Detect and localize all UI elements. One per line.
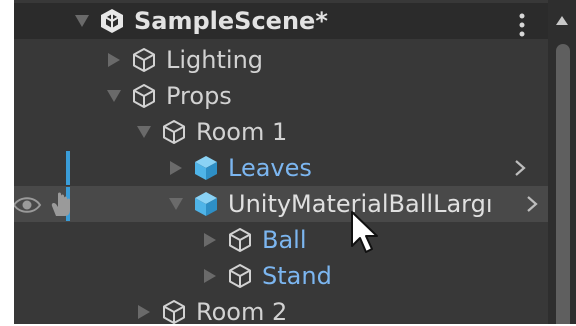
scene-header-row[interactable]: SampleScene* <box>14 3 562 39</box>
hierarchy-item-label: Ball <box>262 226 307 254</box>
collapsed-arrow-icon[interactable] <box>200 230 220 250</box>
hierarchy-item-room-2[interactable]: Room 2 <box>14 294 542 324</box>
expanded-arrow-icon[interactable] <box>104 86 124 106</box>
hand-icon[interactable] <box>48 190 76 218</box>
hierarchy-item-label: Room 2 <box>196 298 288 324</box>
left-gutter <box>0 0 14 326</box>
hierarchy-panel: SampleScene* Lighting Props Room 1 Leave… <box>14 0 576 324</box>
expanded-arrow-icon[interactable] <box>166 194 186 214</box>
prefab-cube-icon <box>192 154 220 182</box>
hierarchy-item-label: Props <box>166 82 232 110</box>
expand-arrow-icon[interactable] <box>72 11 92 31</box>
scrollbar-thumb[interactable] <box>556 44 570 324</box>
collapsed-arrow-icon[interactable] <box>134 302 154 322</box>
chevron-right-icon[interactable] <box>510 158 530 178</box>
hierarchy-item-stand[interactable]: Stand <box>14 258 542 294</box>
gameobject-cube-icon <box>130 46 158 74</box>
gameobject-cube-icon <box>226 226 254 254</box>
kebab-menu-icon[interactable] <box>518 13 526 37</box>
gameobject-cube-icon <box>226 262 254 290</box>
gameobject-cube-icon <box>160 118 188 146</box>
expanded-arrow-icon[interactable] <box>134 122 154 142</box>
collapsed-arrow-icon[interactable] <box>200 266 220 286</box>
gameobject-cube-icon <box>160 298 188 324</box>
mouse-cursor-icon <box>351 211 378 253</box>
vertical-scrollbar[interactable] <box>548 0 576 324</box>
hierarchy-item-label: Room 1 <box>196 118 288 146</box>
hierarchy-item-props[interactable]: Props <box>14 78 542 114</box>
scene-name: SampleScene* <box>134 7 328 35</box>
scroll-up-arrow-icon[interactable] <box>555 14 569 28</box>
collapsed-arrow-icon[interactable] <box>166 158 186 178</box>
hierarchy-item-room-1[interactable]: Room 1 <box>14 114 542 150</box>
gameobject-cube-icon <box>130 82 158 110</box>
hierarchy-item-label: Stand <box>262 262 332 290</box>
prefab-cube-icon <box>192 190 220 218</box>
unity-scene-icon <box>98 7 126 35</box>
collapsed-arrow-icon[interactable] <box>104 50 124 70</box>
eye-icon[interactable] <box>14 192 42 218</box>
chevron-right-icon[interactable] <box>522 194 542 214</box>
hierarchy-item-ball[interactable]: Ball <box>14 222 542 258</box>
hierarchy-item-lighting[interactable]: Lighting <box>14 42 542 78</box>
hierarchy-item-label: Leaves <box>228 154 312 182</box>
hierarchy-item-unity-material-ball-large[interactable]: UnityMaterialBallLargı <box>14 186 548 222</box>
hierarchy-item-leaves[interactable]: Leaves <box>14 150 542 186</box>
hierarchy-item-label: Lighting <box>166 46 264 74</box>
